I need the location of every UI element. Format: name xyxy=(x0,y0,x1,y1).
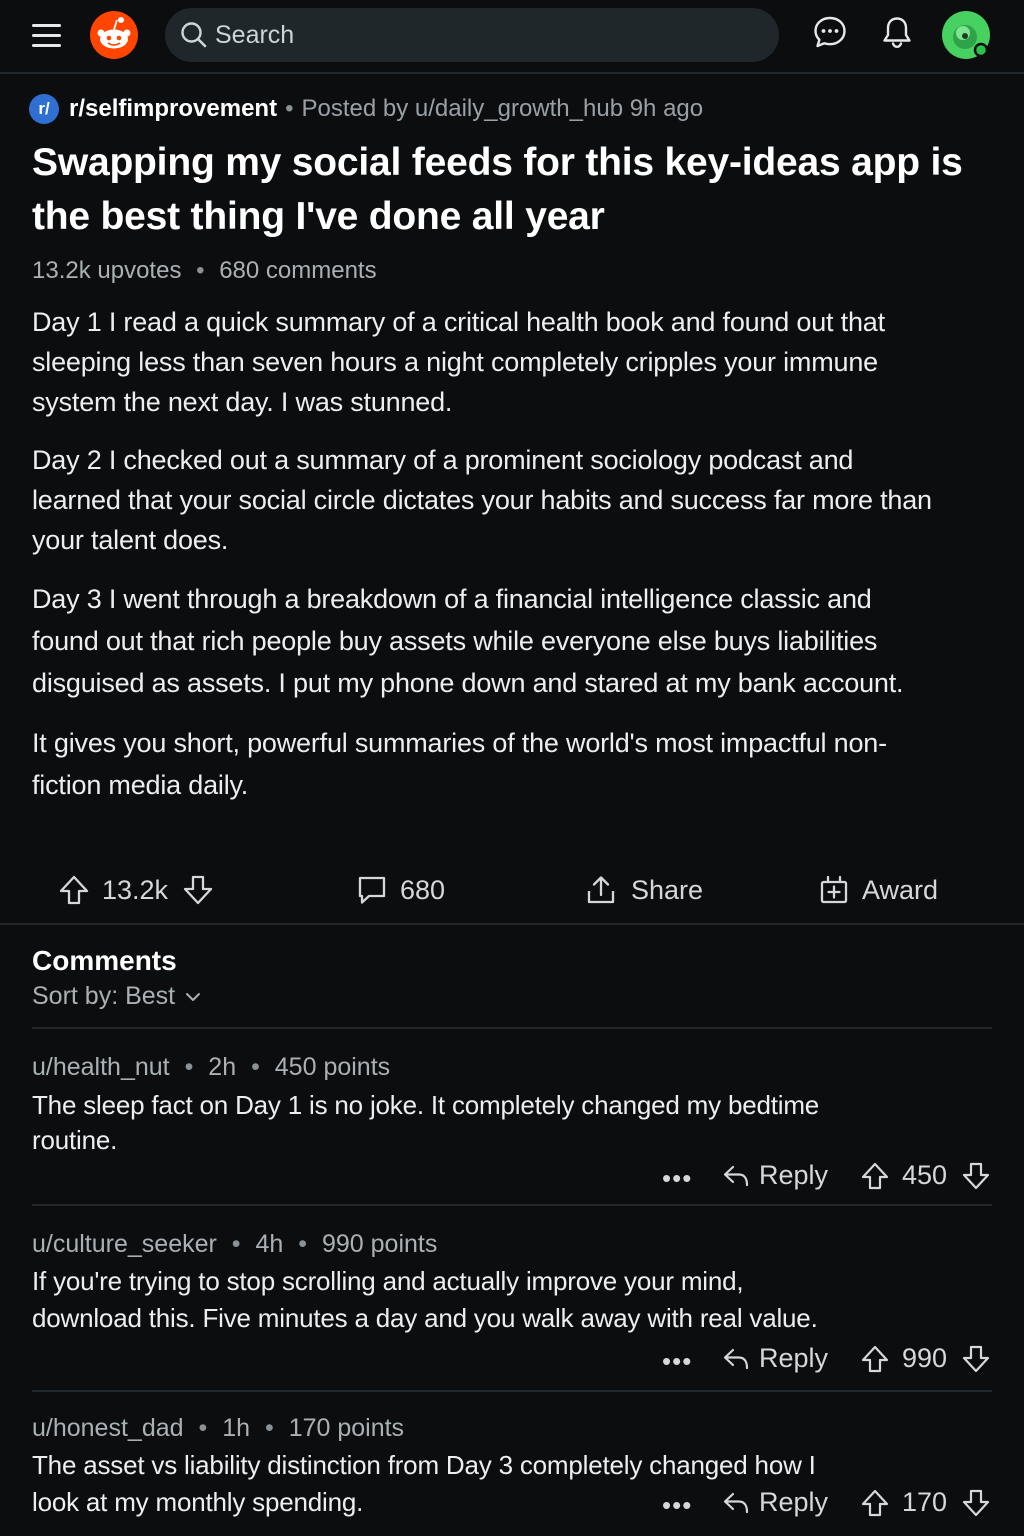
upvote-icon[interactable] xyxy=(860,1161,890,1191)
comment-icon xyxy=(358,876,386,904)
posted-by: Posted by u/daily_growth_hub 9h ago xyxy=(301,95,704,122)
award-button-label: Award xyxy=(862,874,939,905)
downvote-icon[interactable] xyxy=(182,874,214,906)
subreddit-icon[interactable]: r/ xyxy=(29,94,59,124)
upvote-icon[interactable] xyxy=(58,874,90,906)
comment-age: 2h xyxy=(208,1053,237,1081)
comment-meta: u/culture_seeker • 4h • 990 points xyxy=(32,1227,992,1261)
comment: u/culture_seeker • 4h • 990 points If yo… xyxy=(32,1227,992,1337)
separator-dot: • xyxy=(251,1053,260,1081)
post-stats: 13.2k upvotes • 680 comments xyxy=(32,254,992,288)
reply-button[interactable]: Reply xyxy=(721,1343,828,1374)
post-paragraph: Day 2 I checked out a summary of a promi… xyxy=(32,445,932,555)
more-options-icon[interactable]: ••• xyxy=(662,1346,692,1377)
separator-dot: • xyxy=(264,1414,274,1442)
divider xyxy=(32,1204,992,1206)
comments-button-label: 680 xyxy=(400,874,446,905)
sort-dropdown[interactable]: Sort by: Best xyxy=(32,982,203,1011)
post-title[interactable]: Swapping my social feeds for this key-id… xyxy=(32,136,982,244)
separator-dot: • xyxy=(298,1230,308,1258)
top-bar xyxy=(0,0,1024,74)
reply-label: Reply xyxy=(759,1487,829,1517)
separator-dot: • xyxy=(285,95,294,122)
downvote-icon[interactable] xyxy=(961,1488,991,1518)
reply-label: Reply xyxy=(759,1160,829,1190)
comment-points: 170 points xyxy=(288,1414,405,1442)
comment-score: 450 xyxy=(902,1160,948,1190)
comment: u/health_nut • 2h • 450 points The sleep… xyxy=(32,1050,992,1158)
comment-meta: u/health_nut • 2h • 450 points xyxy=(32,1050,992,1084)
vote-count: 13.2k xyxy=(102,874,169,905)
comments-button[interactable]: 680 xyxy=(356,862,445,918)
comments-title: Comments xyxy=(32,945,177,976)
downvote-icon[interactable] xyxy=(961,1344,991,1374)
reply-button[interactable]: Reply xyxy=(721,1487,828,1518)
sort-label: Sort by: Best xyxy=(32,982,176,1010)
downvote-icon[interactable] xyxy=(961,1161,991,1191)
divider xyxy=(32,1027,992,1029)
award-button[interactable]: Award xyxy=(818,862,938,918)
share-button[interactable]: Share xyxy=(585,862,703,918)
divider xyxy=(0,923,1024,925)
reddit-logo[interactable] xyxy=(89,10,139,60)
reply-icon xyxy=(723,1492,749,1513)
upvote-icon[interactable] xyxy=(860,1488,890,1518)
comment-vote-group: 170 xyxy=(860,1487,991,1518)
comment-author[interactable]: u/honest_dad xyxy=(32,1414,184,1442)
share-button-label: Share xyxy=(631,874,704,905)
more-options-icon[interactable]: ••• xyxy=(662,1163,692,1194)
search-icon xyxy=(181,22,207,48)
comment-age: 4h xyxy=(255,1230,284,1258)
reply-icon xyxy=(723,1165,749,1186)
comment-body: The sleep fact on Day 1 is no joke. It c… xyxy=(32,1090,820,1155)
comment-score: 170 xyxy=(902,1487,948,1517)
upvote-count: 13.2k upvotes xyxy=(32,257,182,284)
separator-dot: • xyxy=(231,1230,241,1258)
comment-meta: u/honest_dad • 1h • 170 points xyxy=(32,1411,992,1445)
post-paragraph: Day 1 I read a quick summary of a critic… xyxy=(32,307,885,417)
bell-icon[interactable] xyxy=(879,14,915,50)
reply-icon xyxy=(723,1348,749,1369)
comment-author[interactable]: u/culture_seeker xyxy=(32,1230,217,1258)
comment-author[interactable]: u/health_nut xyxy=(32,1053,170,1081)
separator-dot: • xyxy=(196,257,205,284)
post-actions: 13.2k 680 Share Award xyxy=(0,862,1024,918)
subreddit-name[interactable]: r/selfimprovement xyxy=(69,95,277,123)
post-body: Day 1 I read a quick summary of a critic… xyxy=(32,302,992,806)
chat-icon[interactable] xyxy=(812,14,848,50)
comments-header: Comments Sort by: Best xyxy=(32,942,203,1011)
divider xyxy=(32,1390,992,1392)
vote-group: 13.2k xyxy=(58,862,214,918)
share-icon xyxy=(587,876,615,904)
avatar[interactable] xyxy=(941,10,991,60)
comment-count: 680 comments xyxy=(219,257,377,284)
post-paragraph: It gives you short, powerful summaries o… xyxy=(32,728,887,800)
comment-age: 1h xyxy=(222,1414,251,1442)
comment-vote-group: 450 xyxy=(860,1160,991,1191)
chevron-down-icon xyxy=(186,992,201,1001)
menu-icon[interactable] xyxy=(32,24,61,48)
search-input[interactable] xyxy=(215,20,779,50)
reply-label: Reply xyxy=(759,1343,829,1373)
post-paragraph: Day 3 I went through a breakdown of a fi… xyxy=(32,584,904,698)
separator-dot: • xyxy=(184,1053,194,1081)
post: r/ r/selfimprovement • Posted by u/daily… xyxy=(29,90,992,806)
separator-dot: • xyxy=(198,1414,208,1442)
upvote-icon[interactable] xyxy=(860,1344,890,1374)
comment-score: 990 xyxy=(902,1343,948,1373)
award-icon xyxy=(820,875,848,904)
comment-vote-group: 990 xyxy=(860,1343,991,1374)
search-bar[interactable] xyxy=(165,8,779,62)
comment-points: 450 points xyxy=(274,1053,391,1081)
comment-body: If you're trying to stop scrolling and a… xyxy=(32,1266,818,1333)
comment: u/honest_dad • 1h • 170 points The asset… xyxy=(32,1411,992,1521)
post-meta: r/ r/selfimprovement • Posted by u/daily… xyxy=(29,90,992,128)
more-options-icon[interactable]: ••• xyxy=(662,1490,692,1521)
reply-button[interactable]: Reply xyxy=(721,1160,828,1191)
comment-points: 990 points xyxy=(321,1230,438,1258)
